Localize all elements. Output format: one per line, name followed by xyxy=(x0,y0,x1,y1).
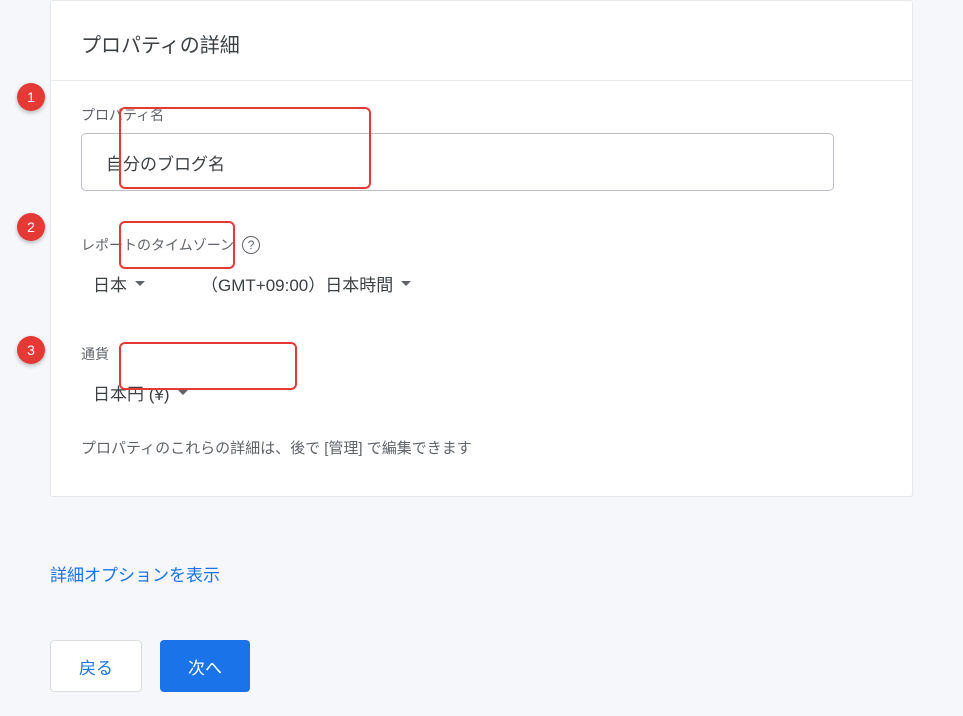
annotation-badge-3: 3 xyxy=(17,336,45,364)
edit-later-hint: プロパティのこれらの詳細は、後で [管理] で編集できます xyxy=(51,423,912,466)
card-title: プロパティの詳細 xyxy=(81,29,882,58)
property-name-section: 1 プロパティ名 xyxy=(51,81,912,201)
timezone-row: 日本 （GMT+09:00）日本時間 xyxy=(81,263,882,304)
timezone-label-text: レポートのタイムゾーン xyxy=(81,235,234,255)
chevron-down-icon xyxy=(401,281,411,286)
property-name-label: プロパティ名 xyxy=(81,105,882,125)
chevron-down-icon xyxy=(135,281,145,286)
currency-value: 日本円 (¥) xyxy=(93,380,170,405)
advanced-options-row: 詳細オプションを表示 xyxy=(0,517,963,586)
help-icon[interactable]: ? xyxy=(242,236,260,254)
timezone-label: レポートのタイムゾーン ? xyxy=(81,235,882,255)
annotation-badge-2: 2 xyxy=(17,213,45,241)
property-details-card: プロパティの詳細 1 プロパティ名 2 レポートのタイムゾーン ? 日本 （GM… xyxy=(50,0,913,497)
card-header: プロパティの詳細 xyxy=(51,1,912,81)
annotation-badge-1: 1 xyxy=(17,83,45,111)
chevron-down-icon xyxy=(178,390,188,395)
timezone-offset-value: （GMT+09:00）日本時間 xyxy=(201,271,393,296)
currency-label: 通貨 xyxy=(81,344,882,364)
currency-section: 3 通貨 日本円 (¥) xyxy=(51,314,912,423)
currency-dropdown[interactable]: 日本円 (¥) xyxy=(81,372,200,413)
next-button[interactable]: 次へ xyxy=(160,640,250,692)
timezone-country-dropdown[interactable]: 日本 xyxy=(81,263,157,304)
property-name-input[interactable] xyxy=(81,133,834,191)
timezone-country-value: 日本 xyxy=(93,271,127,296)
button-row: 戻る 次へ xyxy=(0,586,963,692)
advanced-options-link[interactable]: 詳細オプションを表示 xyxy=(50,566,220,585)
timezone-section: 2 レポートのタイムゾーン ? 日本 （GMT+09:00）日本時間 xyxy=(51,201,912,314)
back-button[interactable]: 戻る xyxy=(50,640,142,692)
timezone-offset-dropdown[interactable]: （GMT+09:00）日本時間 xyxy=(189,263,423,304)
